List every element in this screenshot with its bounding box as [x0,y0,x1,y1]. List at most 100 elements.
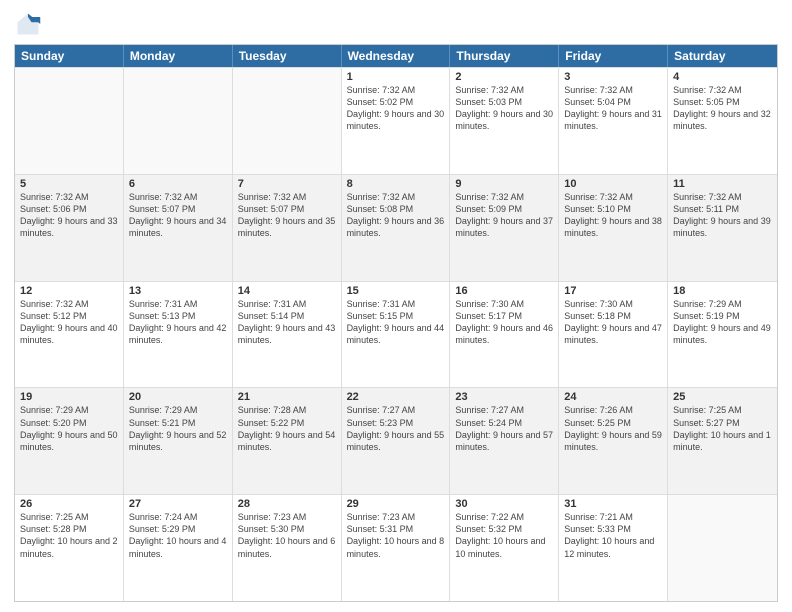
day-cell-31: 31Sunrise: 7:21 AMSunset: 5:33 PMDayligh… [559,495,668,601]
empty-cell [233,68,342,174]
day-cell-18: 18Sunrise: 7:29 AMSunset: 5:19 PMDayligh… [668,282,777,388]
day-info: Sunrise: 7:32 AMSunset: 5:11 PMDaylight:… [673,191,772,240]
calendar-week-5: 26Sunrise: 7:25 AMSunset: 5:28 PMDayligh… [15,494,777,601]
empty-cell [668,495,777,601]
day-info: Sunrise: 7:24 AMSunset: 5:29 PMDaylight:… [129,511,227,560]
day-number: 9 [455,178,553,190]
header [14,10,778,38]
day-info: Sunrise: 7:28 AMSunset: 5:22 PMDaylight:… [238,404,336,453]
day-info: Sunrise: 7:30 AMSunset: 5:17 PMDaylight:… [455,298,553,347]
empty-cell [124,68,233,174]
day-cell-6: 6Sunrise: 7:32 AMSunset: 5:07 PMDaylight… [124,175,233,281]
day-cell-26: 26Sunrise: 7:25 AMSunset: 5:28 PMDayligh… [15,495,124,601]
day-number: 15 [347,285,445,297]
day-number: 31 [564,498,662,510]
day-number: 21 [238,391,336,403]
day-cell-15: 15Sunrise: 7:31 AMSunset: 5:15 PMDayligh… [342,282,451,388]
page: SundayMondayTuesdayWednesdayThursdayFrid… [0,0,792,612]
day-info: Sunrise: 7:29 AMSunset: 5:19 PMDaylight:… [673,298,772,347]
day-cell-19: 19Sunrise: 7:29 AMSunset: 5:20 PMDayligh… [15,388,124,494]
day-number: 27 [129,498,227,510]
day-cell-5: 5Sunrise: 7:32 AMSunset: 5:06 PMDaylight… [15,175,124,281]
empty-cell [15,68,124,174]
day-number: 28 [238,498,336,510]
day-info: Sunrise: 7:29 AMSunset: 5:20 PMDaylight:… [20,404,118,453]
day-number: 5 [20,178,118,190]
day-info: Sunrise: 7:32 AMSunset: 5:10 PMDaylight:… [564,191,662,240]
day-number: 13 [129,285,227,297]
logo-icon [14,10,42,38]
day-info: Sunrise: 7:29 AMSunset: 5:21 PMDaylight:… [129,404,227,453]
day-cell-10: 10Sunrise: 7:32 AMSunset: 5:10 PMDayligh… [559,175,668,281]
day-number: 19 [20,391,118,403]
day-cell-4: 4Sunrise: 7:32 AMSunset: 5:05 PMDaylight… [668,68,777,174]
day-number: 26 [20,498,118,510]
day-info: Sunrise: 7:32 AMSunset: 5:09 PMDaylight:… [455,191,553,240]
day-number: 16 [455,285,553,297]
day-cell-28: 28Sunrise: 7:23 AMSunset: 5:30 PMDayligh… [233,495,342,601]
day-info: Sunrise: 7:32 AMSunset: 5:07 PMDaylight:… [129,191,227,240]
day-cell-8: 8Sunrise: 7:32 AMSunset: 5:08 PMDaylight… [342,175,451,281]
day-number: 1 [347,71,445,83]
header-day-thursday: Thursday [450,45,559,67]
day-number: 11 [673,178,772,190]
day-number: 18 [673,285,772,297]
day-info: Sunrise: 7:32 AMSunset: 5:04 PMDaylight:… [564,84,662,133]
day-info: Sunrise: 7:32 AMSunset: 5:06 PMDaylight:… [20,191,118,240]
calendar-header: SundayMondayTuesdayWednesdayThursdayFrid… [15,45,777,67]
day-number: 4 [673,71,772,83]
day-cell-21: 21Sunrise: 7:28 AMSunset: 5:22 PMDayligh… [233,388,342,494]
day-cell-23: 23Sunrise: 7:27 AMSunset: 5:24 PMDayligh… [450,388,559,494]
day-cell-22: 22Sunrise: 7:27 AMSunset: 5:23 PMDayligh… [342,388,451,494]
day-info: Sunrise: 7:32 AMSunset: 5:07 PMDaylight:… [238,191,336,240]
day-number: 29 [347,498,445,510]
logo [14,10,46,38]
day-cell-16: 16Sunrise: 7:30 AMSunset: 5:17 PMDayligh… [450,282,559,388]
header-day-monday: Monday [124,45,233,67]
day-number: 20 [129,391,227,403]
day-info: Sunrise: 7:31 AMSunset: 5:15 PMDaylight:… [347,298,445,347]
day-number: 7 [238,178,336,190]
header-day-tuesday: Tuesday [233,45,342,67]
day-cell-2: 2Sunrise: 7:32 AMSunset: 5:03 PMDaylight… [450,68,559,174]
day-info: Sunrise: 7:31 AMSunset: 5:13 PMDaylight:… [129,298,227,347]
calendar-week-3: 12Sunrise: 7:32 AMSunset: 5:12 PMDayligh… [15,281,777,388]
day-cell-29: 29Sunrise: 7:23 AMSunset: 5:31 PMDayligh… [342,495,451,601]
day-info: Sunrise: 7:32 AMSunset: 5:03 PMDaylight:… [455,84,553,133]
day-number: 8 [347,178,445,190]
day-info: Sunrise: 7:32 AMSunset: 5:02 PMDaylight:… [347,84,445,133]
day-cell-20: 20Sunrise: 7:29 AMSunset: 5:21 PMDayligh… [124,388,233,494]
day-info: Sunrise: 7:23 AMSunset: 5:31 PMDaylight:… [347,511,445,560]
day-cell-9: 9Sunrise: 7:32 AMSunset: 5:09 PMDaylight… [450,175,559,281]
day-info: Sunrise: 7:31 AMSunset: 5:14 PMDaylight:… [238,298,336,347]
day-info: Sunrise: 7:25 AMSunset: 5:27 PMDaylight:… [673,404,772,453]
day-info: Sunrise: 7:32 AMSunset: 5:08 PMDaylight:… [347,191,445,240]
day-cell-7: 7Sunrise: 7:32 AMSunset: 5:07 PMDaylight… [233,175,342,281]
day-number: 30 [455,498,553,510]
day-cell-11: 11Sunrise: 7:32 AMSunset: 5:11 PMDayligh… [668,175,777,281]
day-info: Sunrise: 7:21 AMSunset: 5:33 PMDaylight:… [564,511,662,560]
day-info: Sunrise: 7:27 AMSunset: 5:23 PMDaylight:… [347,404,445,453]
day-cell-25: 25Sunrise: 7:25 AMSunset: 5:27 PMDayligh… [668,388,777,494]
day-number: 12 [20,285,118,297]
day-cell-13: 13Sunrise: 7:31 AMSunset: 5:13 PMDayligh… [124,282,233,388]
day-info: Sunrise: 7:32 AMSunset: 5:12 PMDaylight:… [20,298,118,347]
day-number: 10 [564,178,662,190]
day-info: Sunrise: 7:27 AMSunset: 5:24 PMDaylight:… [455,404,553,453]
day-info: Sunrise: 7:23 AMSunset: 5:30 PMDaylight:… [238,511,336,560]
day-cell-24: 24Sunrise: 7:26 AMSunset: 5:25 PMDayligh… [559,388,668,494]
header-day-sunday: Sunday [15,45,124,67]
day-info: Sunrise: 7:32 AMSunset: 5:05 PMDaylight:… [673,84,772,133]
calendar-week-2: 5Sunrise: 7:32 AMSunset: 5:06 PMDaylight… [15,174,777,281]
day-number: 14 [238,285,336,297]
header-day-saturday: Saturday [668,45,777,67]
day-number: 3 [564,71,662,83]
day-info: Sunrise: 7:30 AMSunset: 5:18 PMDaylight:… [564,298,662,347]
header-day-wednesday: Wednesday [342,45,451,67]
day-cell-1: 1Sunrise: 7:32 AMSunset: 5:02 PMDaylight… [342,68,451,174]
day-cell-17: 17Sunrise: 7:30 AMSunset: 5:18 PMDayligh… [559,282,668,388]
calendar-week-4: 19Sunrise: 7:29 AMSunset: 5:20 PMDayligh… [15,387,777,494]
calendar-week-1: 1Sunrise: 7:32 AMSunset: 5:02 PMDaylight… [15,67,777,174]
day-number: 2 [455,71,553,83]
day-number: 25 [673,391,772,403]
